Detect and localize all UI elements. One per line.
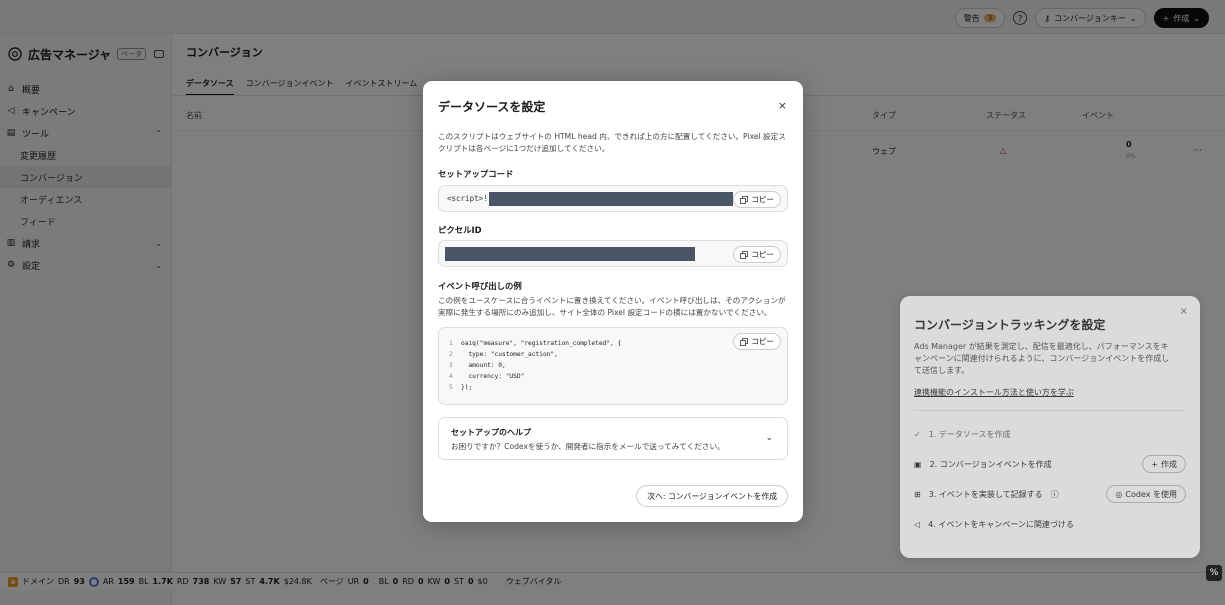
code-line: 2 type: "customer_action", <box>449 349 621 360</box>
copy-icon <box>740 337 749 346</box>
copy-label: コピー <box>751 337 774 346</box>
tracking-learn-link[interactable]: 連携機能のインストール方法と使い方を学ぶ <box>914 387 1186 398</box>
redacted-pixel-id <box>445 247 695 261</box>
pixel-id-field: コピー <box>438 240 788 267</box>
chevron-down-icon: ⌄ <box>765 433 773 443</box>
code-line: 4 currency: "USD" <box>449 371 621 382</box>
copy-label: コピー <box>751 195 774 204</box>
setup-code-field: <script>! コピー <box>438 185 788 212</box>
line-text: currency: "USD" <box>461 373 525 380</box>
step-create-button[interactable]: + 作成 <box>1142 455 1186 473</box>
copy-setup-code-button[interactable]: コピー <box>733 191 781 208</box>
step-button-label: Codex を使用 <box>1125 489 1177 499</box>
setup-code-prefix: <script>! <box>447 194 488 203</box>
step-label: 2. コンバージョンイベントを作成 <box>929 459 1052 469</box>
calendar-icon: ▣ <box>914 459 922 469</box>
copy-pixel-id-button[interactable]: コピー <box>733 246 781 263</box>
code-line: 1 oaiq("measure", "registration_completed… <box>449 338 621 349</box>
step-button-label: 作成 <box>1161 459 1177 469</box>
next-create-event-button[interactable]: 次へ: コンバージョンイベントを作成 <box>636 485 788 507</box>
modal-description: このスクリプトはウェブサイトの HTML head 内、できれば上の方に配置して… <box>438 132 786 153</box>
tracking-title: コンバージョントラッキングを設定 <box>914 318 1106 332</box>
code-line: 5}); <box>449 382 621 393</box>
setup-help-accordion[interactable]: セットアップのヘルプ お困りですか？Codexを使うか、開発者に指示をメールで送… <box>438 417 788 460</box>
line-text: oaiq("measure", "registration_completed"… <box>461 340 622 347</box>
line-number: 1 <box>449 340 453 347</box>
tracking-divider <box>914 410 1186 411</box>
tracking-setup-card: × コンバージョントラッキングを設定 Ads Manager が結果を測定し、配… <box>900 296 1200 558</box>
help-title: セットアップのヘルプ <box>451 428 531 437</box>
megaphone-icon: ◁ <box>914 519 921 529</box>
line-text: type: "customer_action", <box>461 351 558 358</box>
event-code-block: 1 oaiq("measure", "registration_completed… <box>438 327 788 405</box>
pixel-id-label: ピクセルID <box>438 225 482 235</box>
data-source-modal: データソースを設定 × このスクリプトはウェブサイトの HTML head 内、… <box>423 81 803 522</box>
tracking-description: Ads Manager が結果を測定し、配信を最適化し、パフォーマンスをキャンペ… <box>914 342 1170 375</box>
event-example-description: この例をユースケースに合うイベントに置き換えてください。イベント呼び出しは、その… <box>438 296 786 317</box>
copy-icon <box>740 250 749 259</box>
close-icon[interactable]: × <box>1180 306 1188 317</box>
line-text: amount: 0, <box>461 362 506 369</box>
redacted-code <box>489 192 733 206</box>
code-lines: 1 oaiq("measure", "registration_completed… <box>449 338 621 393</box>
line-number: 2 <box>449 351 453 358</box>
plus-icon: + <box>1151 459 1158 469</box>
corner-toggle-icon[interactable]: % <box>1206 565 1222 581</box>
tracking-step-1: ✓ 1. データソースを作成 <box>914 419 1186 449</box>
line-number: 4 <box>449 373 453 380</box>
copy-label: コピー <box>751 250 774 259</box>
line-number: 3 <box>449 362 453 369</box>
tracking-step-3: ⊞ 3. イベントを実装して記録する ⓘ ◎ Codex を使用 <box>914 479 1186 509</box>
copy-event-code-button[interactable]: コピー <box>733 333 781 350</box>
help-description: お困りですか？Codexを使うか、開発者に指示をメールで送ってみてください。 <box>451 442 725 451</box>
step-label: 3. イベントを実装して記録する <box>928 489 1043 499</box>
info-icon: ⓘ <box>1050 489 1059 499</box>
tracking-step-4: ◁ 4. イベントをキャンペーンに関連づける <box>914 509 1186 539</box>
check-icon: ✓ <box>914 429 921 439</box>
step-label: 1. データソースを作成 <box>928 429 1011 439</box>
line-number: 5 <box>449 384 453 391</box>
copy-icon <box>740 195 749 204</box>
step-label: 4. イベントをキャンペーンに関連づける <box>928 519 1074 529</box>
codex-icon: ◎ <box>1115 489 1123 499</box>
event-example-label: イベント呼び出しの例 <box>438 281 522 291</box>
use-codex-button[interactable]: ◎ Codex を使用 <box>1106 485 1186 503</box>
tracking-step-2: ▣ 2. コンバージョンイベントを作成 + 作成 <box>914 449 1186 479</box>
line-text: }); <box>461 384 473 391</box>
code-line: 3 amount: 0, <box>449 360 621 371</box>
grid-icon: ⊞ <box>914 489 921 499</box>
close-icon[interactable]: × <box>778 99 787 112</box>
modal-title: データソースを設定 <box>438 100 546 114</box>
setup-code-label: セットアップコード <box>438 169 514 179</box>
